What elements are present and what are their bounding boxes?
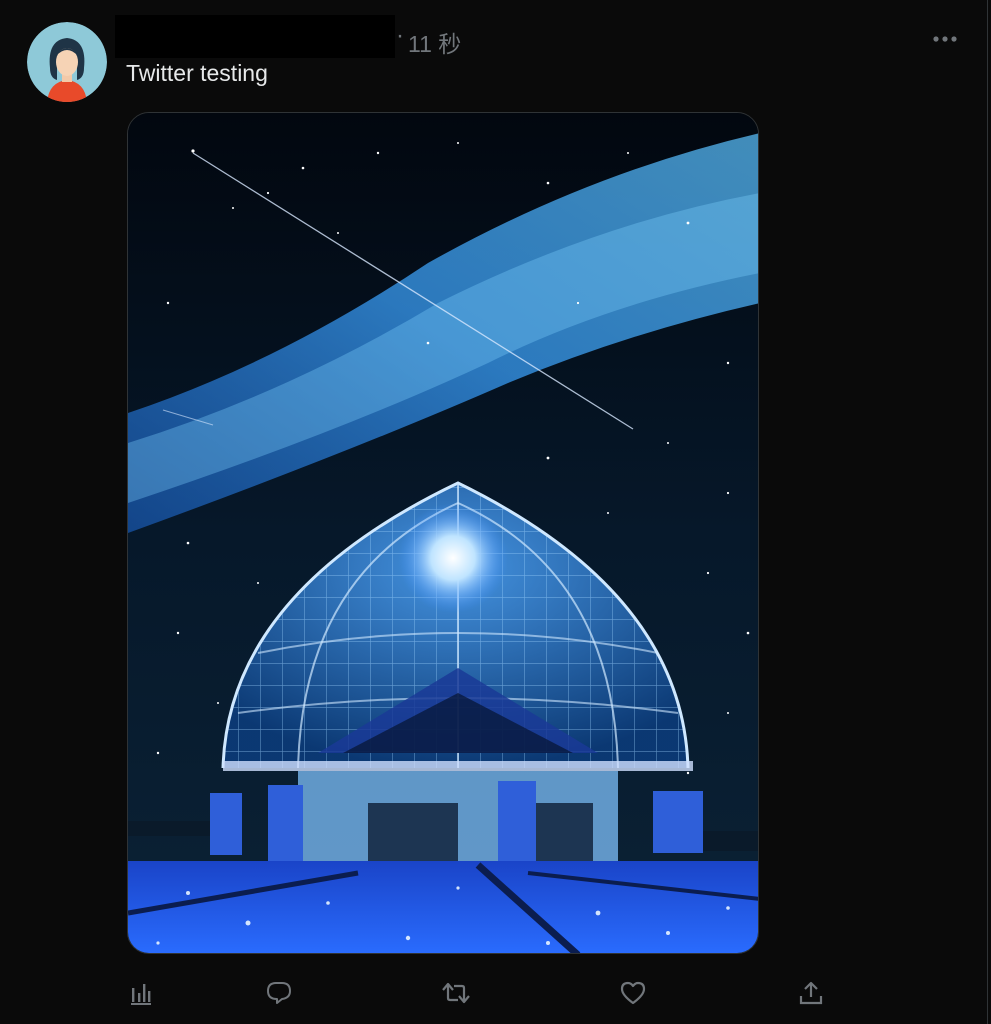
redacted-username: [115, 15, 395, 58]
starry-greenhouse-image: [128, 113, 758, 953]
heart-icon: [620, 981, 646, 1005]
avatar[interactable]: [27, 22, 107, 102]
retweet-arrows-icon: [442, 982, 470, 1004]
timestamp[interactable]: 11 秒: [408, 25, 461, 59]
user-avatar-icon: [27, 22, 107, 102]
tweet-action-bar: [0, 975, 988, 1011]
reply-bubble-icon: [267, 982, 291, 1004]
share-button[interactable]: [793, 975, 829, 1011]
tweet-media-image[interactable]: [127, 112, 759, 954]
more-options-button[interactable]: [925, 24, 965, 54]
more-horizontal-icon: [933, 36, 957, 42]
timestamp-separator: ·: [396, 22, 404, 49]
views-button[interactable]: [123, 975, 159, 1011]
like-button[interactable]: [615, 975, 651, 1011]
analytics-bar-icon: [131, 984, 151, 1005]
reply-button[interactable]: [261, 975, 297, 1011]
share-upload-icon: [799, 981, 823, 1005]
retweet-button[interactable]: [438, 975, 474, 1011]
tweet-text: Twitter testing: [126, 60, 268, 86]
tweet-card[interactable]: · 11 秒 Twitter testing: [0, 0, 988, 1024]
